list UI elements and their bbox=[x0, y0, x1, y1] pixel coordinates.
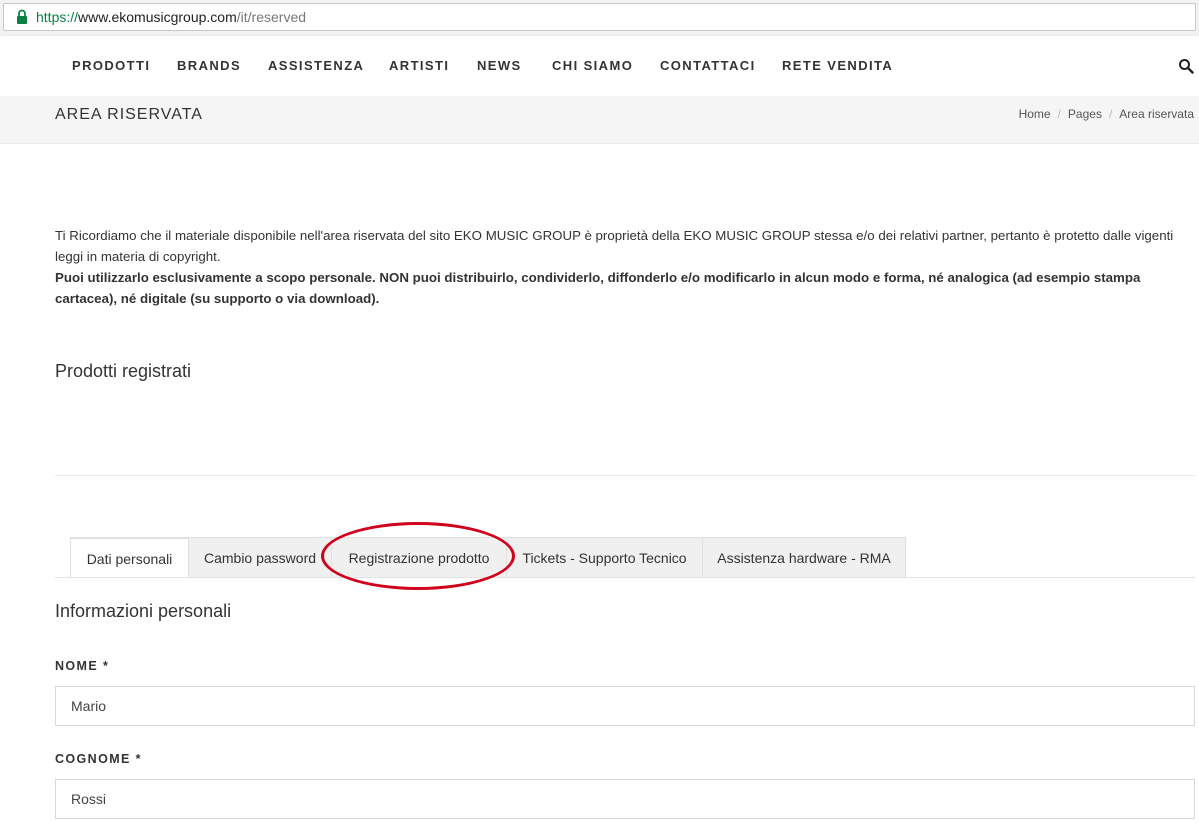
tab-tickets-supporto-tecnico[interactable]: Tickets - Supporto Tecnico bbox=[506, 537, 703, 577]
page-title: AREA RISERVATA bbox=[55, 106, 203, 123]
url-field[interactable]: https://www.ekomusicgroup.com/it/reserve… bbox=[3, 3, 1196, 31]
url-path: /it/reserved bbox=[236, 9, 307, 25]
nav-item-chi-siamo[interactable]: CHI SIAMO bbox=[552, 58, 633, 73]
registered-products-title: Prodotti registrati bbox=[55, 361, 192, 381]
tab-cambio-password[interactable]: Cambio password bbox=[188, 537, 332, 577]
main-nav: PRODOTTI BRANDS ASSISTENZA ARTISTI NEWS … bbox=[0, 36, 1199, 96]
notice-text: Ti Ricordiamo che il materiale disponibi… bbox=[55, 228, 1174, 264]
copyright-notice: Ti Ricordiamo che il materiale disponibi… bbox=[55, 225, 1195, 309]
browser-address-bar: https://www.ekomusicgroup.com/it/reserve… bbox=[0, 0, 1199, 36]
url-scheme: https:// bbox=[36, 9, 79, 25]
notice-bold-text: Puoi utilizzarlo esclusivamente a scopo … bbox=[55, 270, 1141, 306]
url-host: www.ekomusicgroup.com bbox=[78, 9, 237, 25]
breadcrumb-home[interactable]: Home bbox=[1019, 107, 1051, 121]
breadcrumb-separator: / bbox=[1057, 107, 1061, 121]
tab-dati-personali[interactable]: Dati personali bbox=[70, 537, 189, 578]
nav-item-artisti[interactable]: ARTISTI bbox=[389, 58, 449, 73]
page-title-bar: AREA RISERVATA Home / Pages / Area riservata bbox=[0, 96, 1199, 144]
nav-item-rete-vendita[interactable]: RETE VENDITA bbox=[782, 58, 893, 73]
breadcrumb: Home / Pages / Area riservata bbox=[1019, 107, 1194, 121]
search-icon[interactable] bbox=[1178, 58, 1194, 74]
lock-icon bbox=[17, 9, 27, 24]
nome-label: NOME * bbox=[55, 659, 110, 673]
tab-registrazione-prodotto[interactable]: Registrazione prodotto bbox=[331, 537, 507, 577]
nav-item-assistenza[interactable]: ASSISTENZA bbox=[268, 58, 364, 73]
tabs-baseline bbox=[55, 577, 1195, 578]
breadcrumb-pages[interactable]: Pages bbox=[1068, 107, 1102, 121]
form-title: Informazioni personali bbox=[55, 601, 232, 621]
url-text: https://www.ekomusicgroup.com/it/reserve… bbox=[36, 9, 306, 25]
cognome-label: COGNOME * bbox=[55, 752, 142, 766]
nav-item-contattaci[interactable]: CONTATTACI bbox=[660, 58, 756, 73]
divider bbox=[55, 475, 1195, 476]
cognome-field[interactable] bbox=[55, 779, 1195, 819]
tab-assistenza-hardware-rma[interactable]: Assistenza hardware - RMA bbox=[702, 537, 906, 577]
nav-item-brands[interactable]: BRANDS bbox=[177, 58, 241, 73]
nav-item-prodotti[interactable]: PRODOTTI bbox=[72, 58, 150, 73]
nome-field[interactable] bbox=[55, 686, 1195, 726]
breadcrumb-separator: / bbox=[1108, 107, 1113, 121]
breadcrumb-current: Area riservata bbox=[1119, 107, 1194, 121]
nav-item-news[interactable]: NEWS bbox=[477, 58, 522, 73]
